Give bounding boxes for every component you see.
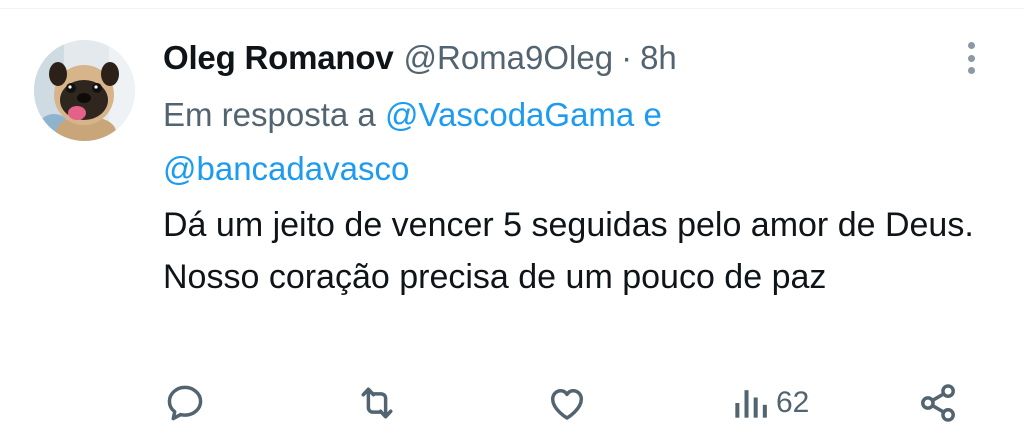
tweet[interactable]: Oleg Romanov @Roma9Oleg · 8h Em resposta… <box>0 0 1024 446</box>
like-button[interactable] <box>544 378 590 428</box>
author-name[interactable]: Oleg Romanov <box>163 39 394 77</box>
tweet-text: Dá um jeito de vencer 5 seguidas pelo am… <box>163 206 974 296</box>
avatar[interactable] <box>34 40 135 141</box>
tweet-header: Oleg Romanov @Roma9Oleg · 8h <box>163 36 677 80</box>
timestamp[interactable]: 8h <box>640 39 677 77</box>
heart-icon <box>550 388 584 420</box>
reply-prefix: Em resposta a <box>163 96 376 133</box>
retweet-icon <box>361 387 393 419</box>
comment-icon <box>167 385 203 421</box>
more-options-icon[interactable] <box>957 40 985 76</box>
author-handle[interactable]: @Roma9Oleg <box>403 39 613 77</box>
mention-link[interactable]: @VascodaGama <box>385 96 634 133</box>
retweet-button[interactable] <box>354 378 400 428</box>
separator-dot: · <box>621 39 633 76</box>
share-icon <box>921 384 955 422</box>
views-button[interactable]: 62 <box>730 378 809 428</box>
reply-conjunction: e <box>643 96 662 133</box>
reply-button[interactable] <box>163 378 207 428</box>
views-count: 62 <box>776 386 810 419</box>
pug-avatar-image <box>34 40 135 141</box>
share-button[interactable] <box>916 378 960 428</box>
mention-link[interactable]: @bancadavasco <box>163 150 409 187</box>
views-bar-chart-icon <box>735 390 767 418</box>
action-bar: 62 <box>0 378 1024 428</box>
reply-context: Em resposta a @VascodaGama e @bancadavas… <box>163 88 863 196</box>
